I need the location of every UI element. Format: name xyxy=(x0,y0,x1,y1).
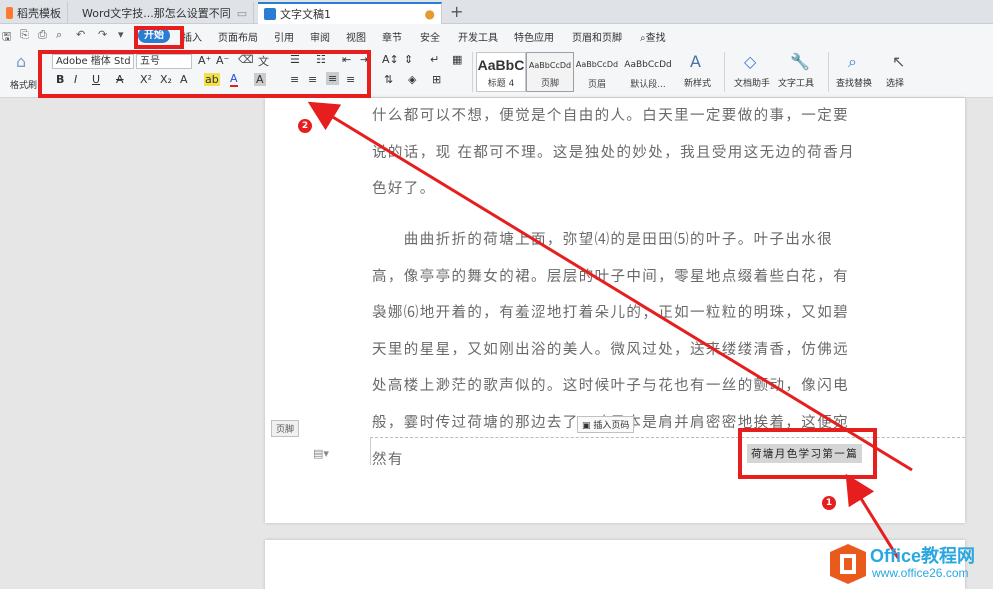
screenshot-root: 稻壳模板 Word文字技...那怎么设置不同 ▭ ● 文字文稿1 ● + 🖫 ⎘… xyxy=(0,0,993,589)
annotation-arrows xyxy=(307,101,913,559)
annotation-badge-1: 1 xyxy=(822,496,836,510)
watermark-brand: Office教程网 xyxy=(870,546,976,566)
office-logo-icon xyxy=(830,544,866,584)
annotation-badge-2: 2 xyxy=(298,119,312,133)
arrow-2 xyxy=(307,101,913,472)
watermark-url: www.office26.com xyxy=(872,566,969,580)
watermark-logo: Office教程网 www.office26.com xyxy=(828,540,993,589)
